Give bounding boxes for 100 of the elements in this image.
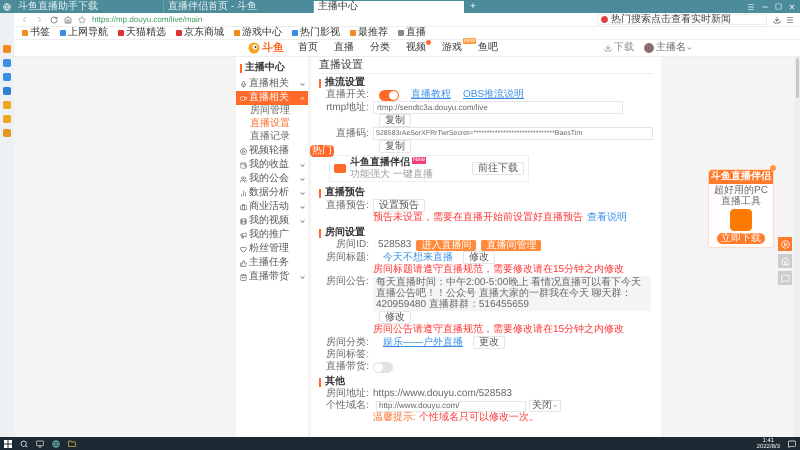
nav-link[interactable]: 分类	[370, 42, 390, 53]
sidebar-item[interactable]: 视频轮播	[236, 144, 308, 158]
room-id: 528583	[378, 239, 412, 251]
sidebar-item[interactable]: 我的公会	[236, 172, 308, 186]
sidebar-item[interactable]: 我的视频	[236, 214, 308, 228]
bookmark-item[interactable]: 游戏中心	[234, 27, 282, 39]
announcement-box[interactable]: 每天直播时间：中午2:00-5:00晚上 看情况直播可以看下今天直播公告吧！！公众号 直播大家的一群我在今天 聊天群：420959480 直播群群：516455659	[373, 276, 651, 311]
download-icon[interactable]	[604, 44, 612, 52]
field-label: 个性域名:	[325, 400, 370, 412]
user-name[interactable]: 主播名	[656, 42, 686, 54]
menu-icon[interactable]	[786, 16, 794, 24]
menu-item-icon	[240, 204, 247, 210]
menu-item-icon	[240, 218, 247, 224]
bookmark-item[interactable]: 京东商城	[176, 27, 224, 39]
search-icon[interactable]	[20, 440, 28, 448]
windows-icon[interactable]	[4, 440, 12, 448]
home-button[interactable]	[778, 254, 792, 268]
address-field[interactable]: https://mp.douyu.com/live/main	[92, 14, 472, 26]
reload-icon[interactable]	[50, 16, 58, 24]
sidebar-item[interactable]: 数据分析	[236, 186, 308, 200]
promo-subtitle: 超好用的PC直播工具	[713, 185, 769, 207]
sidebar-item[interactable]: 商业活动	[236, 200, 308, 214]
promo-subtitle: 功能强大 一键直播	[350, 169, 433, 180]
field-label: 房间公告:	[325, 276, 370, 288]
sidebar-item[interactable]: 主播任务	[236, 256, 308, 270]
nav-link[interactable]: 视频	[406, 42, 426, 53]
search-field[interactable]: 热门搜索点击查看实时新闻	[597, 14, 767, 25]
bookmark-item[interactable]: 最推荐	[350, 27, 388, 39]
download-button[interactable]: 前往下载	[472, 162, 524, 175]
sidebar-item[interactable]: 我的推广	[236, 228, 308, 242]
home-icon[interactable]	[64, 16, 72, 24]
field-label: 直播带货:	[325, 361, 370, 373]
caret-icon	[552, 403, 558, 409]
menu-item-icon	[240, 274, 247, 280]
nav-link[interactable]: 游戏	[442, 42, 462, 53]
browser-tab[interactable]: 主播中心	[314, 1, 464, 13]
download-icon[interactable]	[773, 16, 781, 24]
nav-link[interactable]: 首页	[298, 42, 318, 53]
copy-button[interactable]: 复制	[379, 140, 411, 153]
maximize-icon[interactable]	[775, 3, 782, 10]
input-field[interactable]: rtmp://sendtc3a.douyu.com/live	[373, 101, 623, 114]
sidebar-item[interactable]: 直播带货	[236, 270, 308, 284]
section-heading: 其他	[325, 376, 345, 388]
text-button[interactable]: 设置预告	[373, 199, 425, 212]
warning-text: 预告未设置，需要在直播开始前设置好直播预告	[373, 212, 583, 224]
bookmark-item[interactable]: 热门影视	[292, 27, 340, 39]
star-icon[interactable]	[78, 16, 86, 24]
monitor-icon[interactable]	[36, 440, 44, 448]
user-avatar[interactable]	[644, 43, 654, 53]
live-button[interactable]	[778, 237, 792, 251]
app-icon	[334, 164, 346, 173]
bookmark-item[interactable]: 书签	[22, 27, 50, 39]
folder-icon[interactable]	[68, 440, 76, 448]
field-label: 房间ID:	[335, 239, 370, 251]
edit-button[interactable]: 修改	[379, 311, 411, 324]
forward-icon[interactable]	[35, 15, 44, 24]
field-label: 房间标题:	[325, 252, 370, 264]
bookmark-item[interactable]: 上网导航	[60, 27, 108, 39]
section-heading: 推流设置	[325, 77, 365, 88]
bookmark-item[interactable]: 天猫精选	[118, 27, 166, 39]
sidebar-subitem[interactable]: 直播记录	[236, 131, 308, 144]
field-label: rtmp地址:	[325, 102, 370, 114]
browser-logo-icon[interactable]	[3, 2, 11, 10]
sidebar-subitem[interactable]: 房间管理	[236, 105, 308, 118]
caret-icon[interactable]	[686, 44, 693, 52]
nav-link[interactable]: 鱼吧	[478, 42, 498, 53]
sidebar-item[interactable]: 我的收益	[236, 158, 308, 172]
field-label: 房间标签:	[325, 349, 370, 360]
field-label: 房间地址:	[325, 388, 370, 400]
field-label: 房间分类:	[325, 336, 370, 348]
new-tab-button[interactable]: +	[464, 1, 482, 13]
download-link[interactable]: 下载	[614, 42, 634, 54]
edit-button[interactable]: 修改	[463, 251, 495, 264]
change-button[interactable]: 更改	[473, 336, 505, 349]
domain-field[interactable]: http://www.douyu.com/	[376, 400, 526, 412]
nav-link[interactable]: 直播	[334, 42, 354, 53]
toggle-switch[interactable]	[373, 362, 393, 372]
hot-badge: 热门	[310, 145, 334, 157]
warning-text: 房间公告请遵守直播规范，需要修改请在15分钟之内修改	[373, 324, 624, 336]
menu-item-icon	[240, 176, 247, 182]
bookmark-item[interactable]: 直播	[398, 27, 426, 39]
menu-icon[interactable]	[747, 2, 755, 10]
sidebar-title: 主播中心	[245, 62, 285, 74]
menu-item-icon	[240, 94, 247, 102]
feedback-button[interactable]	[778, 271, 792, 285]
sidebar-item[interactable]: 粉丝管理	[236, 242, 308, 256]
caret-icon	[299, 274, 306, 280]
toggle-switch[interactable]	[379, 90, 399, 100]
promo-title: 斗鱼直播伴侣	[709, 170, 773, 184]
room-address: https://www.douyu.com/528583	[373, 388, 512, 400]
back-icon[interactable]	[20, 15, 29, 24]
field-label: 直播预告:	[325, 200, 370, 212]
notification-icon[interactable]	[788, 440, 796, 448]
menu-item-icon	[240, 190, 247, 196]
menu-item-icon	[240, 246, 247, 252]
menu-item-icon	[240, 162, 247, 168]
copy-button[interactable]: 复制	[379, 114, 411, 127]
sidebar-item[interactable]: 直播相关	[236, 77, 308, 91]
status-select[interactable]: 关闭	[529, 400, 561, 412]
browser-icon[interactable]	[52, 440, 60, 448]
